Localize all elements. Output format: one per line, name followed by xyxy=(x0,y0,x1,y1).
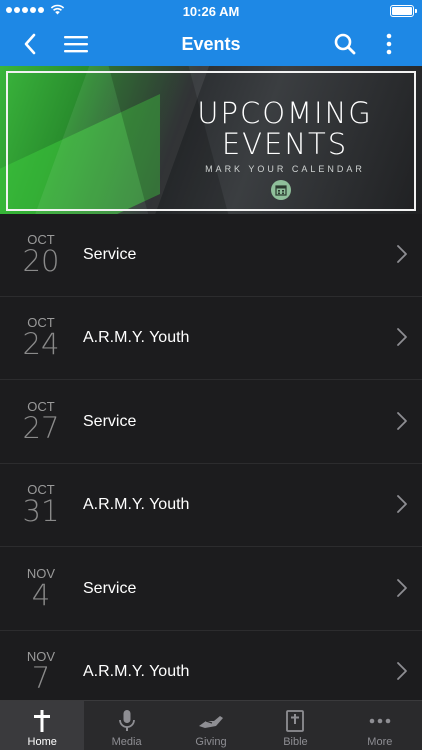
event-title: A.R.M.Y. Youth xyxy=(83,329,190,346)
chevron-right-icon xyxy=(397,662,407,680)
event-day: 31 xyxy=(22,494,60,528)
banner-subtitle: MARK YOUR CALENDAR xyxy=(205,164,365,174)
status-bar: 10:26 AM xyxy=(0,0,422,22)
event-title: A.R.M.Y. Youth xyxy=(83,496,190,513)
event-day: 27 xyxy=(22,411,60,445)
status-time: 10:26 AM xyxy=(182,4,240,19)
battery-icon xyxy=(390,5,417,17)
chevron-right-icon xyxy=(397,495,407,513)
bible-icon xyxy=(286,709,305,733)
chevron-right-icon xyxy=(397,579,407,597)
more-dots-icon xyxy=(369,709,391,733)
events-banner: UPCOMING EVENTS MARK YOUR CALENDAR xyxy=(0,66,422,214)
more-options-button[interactable] xyxy=(373,28,405,60)
event-title: A.R.M.Y. Youth xyxy=(83,663,190,680)
tab-giving[interactable]: Giving xyxy=(169,701,253,750)
tab-bar: Home Media Giving Bible More xyxy=(0,700,422,750)
event-day: 4 xyxy=(31,578,51,612)
event-day: 24 xyxy=(22,327,60,361)
event-title: Service xyxy=(83,246,137,263)
banner-title-line1: UPCOMING xyxy=(197,96,373,130)
tab-label: Giving xyxy=(195,736,227,748)
cross-icon xyxy=(34,709,51,733)
event-row[interactable]: OCT 24 A.R.M.Y. Youth xyxy=(0,297,422,380)
event-title: Service xyxy=(83,413,137,430)
search-button[interactable] xyxy=(329,28,361,60)
tab-label: More xyxy=(367,736,393,748)
chevron-right-icon xyxy=(397,412,407,430)
tab-media[interactable]: Media xyxy=(84,701,168,750)
event-row[interactable]: OCT 20 Service xyxy=(0,214,422,297)
event-row[interactable]: NOV 4 Service xyxy=(0,548,422,631)
event-row[interactable]: NOV 7 A.R.M.Y. Youth xyxy=(0,631,422,700)
giving-hand-icon xyxy=(198,709,224,733)
chevron-right-icon xyxy=(397,328,407,346)
tab-home[interactable]: Home xyxy=(0,701,85,750)
banner-title-line2: EVENTS xyxy=(221,127,349,161)
tab-label: Media xyxy=(111,736,142,748)
calendar-icon xyxy=(271,180,291,200)
tab-label: Bible xyxy=(283,736,308,748)
tab-label: Home xyxy=(27,736,57,748)
tab-bible[interactable]: Bible xyxy=(253,701,337,750)
event-list: OCT 20 Service OCT 24 A.R.M.Y. Youth OCT… xyxy=(0,214,422,700)
vertical-dots-icon xyxy=(386,33,392,55)
event-row[interactable]: OCT 27 Service xyxy=(0,381,422,464)
chevron-right-icon xyxy=(397,245,407,263)
event-day: 7 xyxy=(31,661,51,695)
event-row[interactable]: OCT 31 A.R.M.Y. Youth xyxy=(0,464,422,547)
event-day: 20 xyxy=(22,244,60,278)
search-icon xyxy=(334,33,356,55)
event-title: Service xyxy=(83,580,137,597)
microphone-icon xyxy=(118,709,136,733)
nav-bar: Events xyxy=(0,22,422,66)
tab-more[interactable]: More xyxy=(338,701,422,750)
